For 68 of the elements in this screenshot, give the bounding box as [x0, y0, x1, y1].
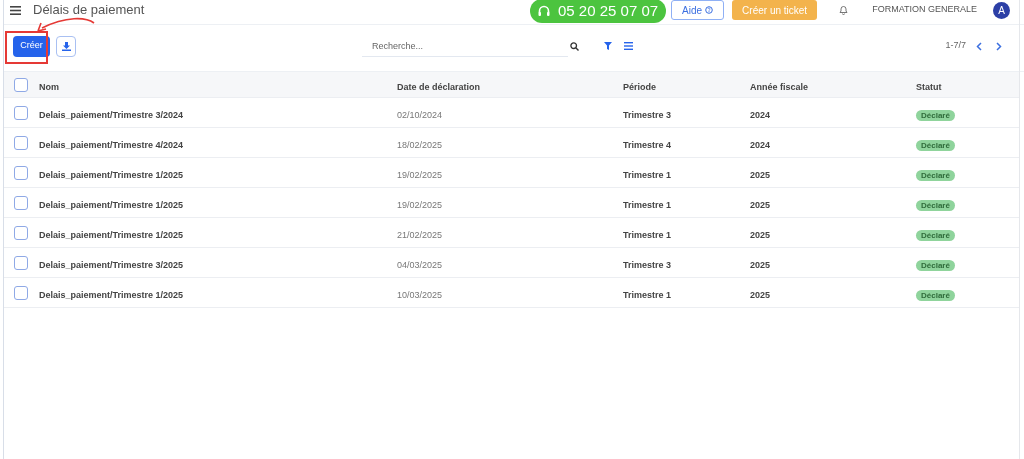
table-cell: Delais_paiement/Trimestre 1/2025	[39, 169, 184, 180]
headset-icon	[538, 4, 550, 18]
status-badge: Déclaré	[916, 229, 955, 241]
menu-icon[interactable]	[10, 5, 21, 15]
create-button[interactable]: Créer	[13, 35, 50, 57]
status-badge: Déclaré	[916, 289, 955, 301]
filter-icon[interactable]	[604, 42, 612, 50]
table-cell: Delais_paiement/Trimestre 3/2024	[39, 109, 184, 120]
table-cell: Trimestre 1	[623, 289, 672, 300]
table-cell: 2025	[750, 259, 771, 270]
table-cell: Trimestre 1	[623, 199, 672, 210]
help-icon	[705, 6, 714, 14]
table-cell: 2025	[750, 169, 771, 180]
table-cell: 2025	[750, 229, 771, 240]
highlight-frame	[5, 31, 48, 64]
table-cell: 2025	[750, 289, 771, 300]
table-cell: 19/02/2025	[397, 199, 443, 210]
status-badge: Déclaré	[916, 139, 955, 151]
column-header[interactable]: Date de déclaration	[397, 81, 481, 92]
page-title: Délais de paiement	[33, 1, 145, 20]
table-cell: 18/02/2025	[397, 139, 443, 150]
list-icon[interactable]	[624, 42, 633, 50]
row-checkbox[interactable]	[14, 77, 28, 92]
table-cell: Trimestre 4	[623, 139, 672, 150]
table-cell: Delais_paiement/Trimestre 4/2024	[39, 139, 184, 150]
table-cell: 02/10/2024	[397, 109, 443, 120]
status-badge: Déclaré	[916, 169, 955, 181]
row-checkbox[interactable]	[14, 165, 28, 180]
table-cell: 19/02/2025	[397, 169, 443, 180]
table-cell: Trimestre 1	[623, 229, 672, 240]
table-cell: Trimestre 1	[623, 169, 672, 180]
row-checkbox[interactable]	[14, 195, 28, 210]
row-checkbox[interactable]	[14, 105, 28, 120]
bell-icon[interactable]	[839, 5, 849, 15]
table-cell: 2024	[750, 109, 771, 120]
table-cell: 10/03/2025	[397, 289, 443, 300]
table-cell: 2024	[750, 139, 771, 150]
row-checkbox[interactable]	[14, 255, 28, 270]
table-cell: 04/03/2025	[397, 259, 443, 270]
row-checkbox[interactable]	[14, 285, 28, 300]
arrow-annotation	[36, 17, 96, 33]
search-icon[interactable]	[570, 41, 579, 51]
column-header[interactable]: Période	[623, 81, 656, 92]
status-badge: Déclaré	[916, 199, 955, 211]
table-cell: Trimestre 3	[623, 259, 672, 270]
table-cell: Delais_paiement/Trimestre 3/2025	[39, 259, 184, 270]
row-checkbox[interactable]	[14, 225, 28, 240]
search-field[interactable]: Recherche...	[362, 35, 568, 57]
table-cell: Delais_paiement/Trimestre 1/2025	[39, 199, 184, 210]
previous-icon[interactable]	[976, 41, 982, 51]
user-avatar[interactable]: A	[993, 1, 1010, 19]
download-icon	[61, 41, 71, 51]
row-checkbox[interactable]	[14, 135, 28, 150]
column-header[interactable]: Statut	[916, 81, 942, 92]
table-cell: Delais_paiement/Trimestre 1/2025	[39, 289, 184, 300]
column-header[interactable]: Année fiscale	[750, 81, 809, 92]
column-header[interactable]: Nom	[39, 81, 59, 92]
table-cell: Trimestre 3	[623, 109, 672, 120]
table-cell: 21/02/2025	[397, 229, 443, 240]
help-button[interactable]: Aide	[671, 0, 725, 20]
company-name[interactable]: FORMATION GENERALE	[872, 3, 977, 17]
next-icon[interactable]	[996, 41, 1002, 51]
download-button[interactable]	[56, 35, 76, 57]
pagination-label: 1-7/7	[945, 39, 966, 53]
status-badge: Déclaré	[916, 109, 955, 121]
table-cell: 2025	[750, 199, 771, 210]
status-badge: Déclaré	[916, 259, 955, 271]
table-cell: Delais_paiement/Trimestre 1/2025	[39, 229, 184, 240]
